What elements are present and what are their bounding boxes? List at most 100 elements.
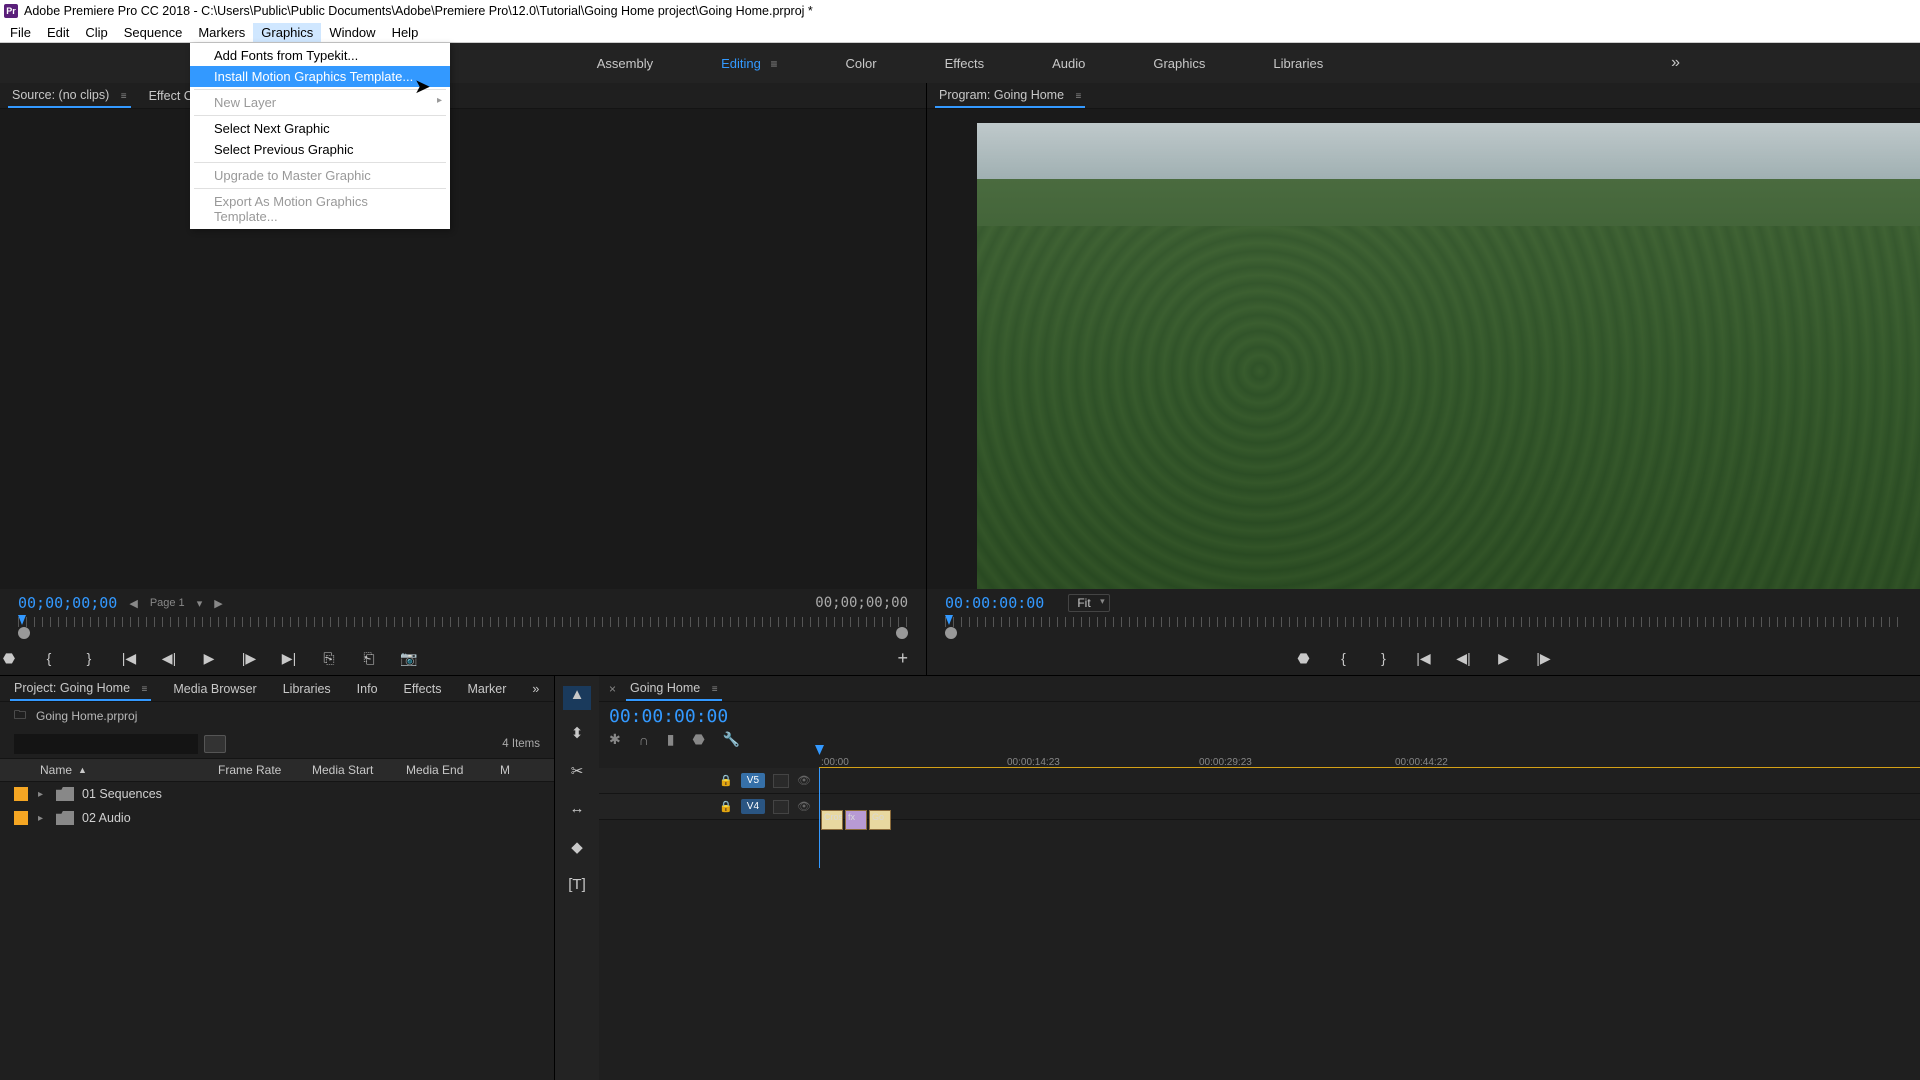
source-monitor[interactable] [0,109,926,589]
menu-sequence[interactable]: Sequence [116,23,191,42]
project-row[interactable]: ▸ 01 Sequences [0,782,554,806]
tabs-overflow-icon[interactable]: » [528,678,543,700]
tab-info[interactable]: Info [353,678,382,700]
track-output-toggle[interactable] [773,774,789,788]
expand-icon[interactable]: ▸ [38,789,52,800]
column-media-start[interactable]: Media Start [312,763,406,777]
zoom-fit-dropdown[interactable]: Fit [1068,594,1109,612]
workspace-color[interactable]: Color [836,50,887,77]
scrub-handle-end-icon[interactable] [896,627,908,639]
scrub-handle-icon[interactable] [18,627,30,639]
workspace-assembly[interactable]: Assembly [587,50,663,77]
step-back-icon[interactable]: ◀| [160,650,178,667]
timeline-timecode[interactable]: 00:00:00:00 [609,706,740,727]
menu-upgrade-master[interactable]: Upgrade to Master Graphic [190,165,450,186]
hamburger-icon[interactable]: ≡ [1076,91,1082,102]
column-m[interactable]: M [500,763,540,777]
step-back-icon[interactable]: ◀| [1455,650,1473,667]
menu-export-mogrt[interactable]: Export As Motion Graphics Template... [190,191,450,227]
program-scrub-bar[interactable] [927,617,1920,641]
eye-icon[interactable]: 👁 [797,800,811,813]
tab-media-browser[interactable]: Media Browser [169,678,260,700]
settings-icon[interactable]: 🔧 [723,731,740,748]
tab-libraries[interactable]: Libraries [279,678,335,700]
expand-icon[interactable]: ▸ [38,813,52,824]
timeline-playhead-icon[interactable] [815,745,824,755]
page-dropdown-icon[interactable]: ▾ [197,597,203,610]
menu-select-next-graphic[interactable]: Select Next Graphic [190,118,450,139]
goto-in-icon[interactable]: |◀ [1415,650,1433,667]
marker-icon[interactable]: ⬣ [693,731,705,748]
tab-effects[interactable]: Effects [400,678,446,700]
add-marker-icon[interactable]: ⬣ [1295,650,1313,667]
button-editor-icon[interactable]: + [897,648,908,669]
menu-markers[interactable]: Markers [190,23,253,42]
hamburger-icon[interactable]: ≡ [712,684,718,695]
overwrite-icon[interactable]: ⎗ [360,650,378,667]
menu-graphics[interactable]: Graphics [253,23,321,42]
menu-new-layer[interactable]: New Layer ▸ [190,92,450,113]
column-name[interactable]: Name ▲ [40,763,218,777]
goto-out-icon[interactable]: ▶| [280,650,298,667]
track-label[interactable]: V5 [741,773,765,788]
workspace-editing[interactable]: Editing ≡ [711,50,787,77]
program-monitor[interactable] [927,109,1920,589]
page-prev-icon[interactable]: ◀ [129,597,137,610]
source-scrub-bar[interactable] [0,617,926,641]
track-output-toggle[interactable] [773,800,789,814]
step-forward-icon[interactable]: |▶ [240,650,258,667]
new-bin-icon[interactable] [204,735,226,753]
column-frame-rate[interactable]: Frame Rate [218,763,312,777]
timeline-ruler[interactable]: :00:00 00:00:14:23 00:00:29:23 00:00:44:… [599,748,1920,768]
tool-selection-icon[interactable]: ▲ [563,686,591,710]
program-timecode-current[interactable]: 00:00:00:00 [945,594,1044,612]
workspace-graphics[interactable]: Graphics [1143,50,1215,77]
add-marker-icon[interactable]: ⬣ [0,650,18,667]
tab-program[interactable]: Program: Going Home ≡ [935,84,1085,108]
snap-icon[interactable]: ✱ [609,731,621,748]
close-sequence-icon[interactable]: × [609,682,616,696]
hamburger-icon[interactable]: ≡ [142,684,148,695]
tab-project[interactable]: Project: Going Home ≡ [10,677,151,701]
menu-select-prev-graphic[interactable]: Select Previous Graphic [190,139,450,160]
eye-icon[interactable]: 👁 [797,774,811,787]
mark-in-icon[interactable]: { [1335,650,1353,666]
tool-razor-icon[interactable]: ↔ [563,800,591,824]
lock-icon[interactable]: 🔒 [719,800,733,813]
menu-add-fonts[interactable]: Add Fonts from Typekit... [190,45,450,66]
project-row[interactable]: ▸ 02 Audio [0,806,554,830]
tab-source[interactable]: Source: (no clips) ≡ [8,84,131,108]
page-label[interactable]: Page 1 [150,597,185,609]
timeline-clip[interactable]: fx [845,810,867,830]
menu-file[interactable]: File [2,23,39,42]
timeline-clip[interactable]: Cros [821,810,843,830]
column-media-end[interactable]: Media End [406,763,500,777]
tab-sequence[interactable]: Going Home ≡ [626,677,722,701]
tool-slip-icon[interactable]: ◆ [563,838,591,862]
menu-window[interactable]: Window [321,23,383,42]
menu-install-mogrt[interactable]: Install Motion Graphics Template... [190,66,450,87]
project-search-input[interactable] [14,734,198,754]
mark-in-icon[interactable]: { [40,650,58,666]
linked-selection-icon[interactable]: ∩ [639,732,649,748]
scrub-handle-icon[interactable] [945,627,957,639]
tool-type-icon[interactable]: [T] [563,876,591,900]
mark-out-icon[interactable]: } [80,650,98,666]
menu-help[interactable]: Help [384,23,427,42]
hamburger-icon[interactable]: ≡ [770,57,777,71]
menu-clip[interactable]: Clip [77,23,115,42]
timeline-clip[interactable]: Go [869,810,891,830]
lock-icon[interactable]: 🔒 [719,774,733,787]
workspace-libraries[interactable]: Libraries [1263,50,1333,77]
page-next-icon[interactable]: ▶ [214,597,222,610]
track-label[interactable]: V4 [741,799,765,814]
play-icon[interactable]: ▶ [1495,650,1513,667]
hamburger-icon[interactable]: ≡ [121,91,127,102]
tool-ripple-edit-icon[interactable]: ✂ [563,762,591,786]
mark-out-icon[interactable]: } [1375,650,1393,666]
add-marker-icon[interactable]: ▮ [667,731,675,748]
play-icon[interactable]: ▶ [200,650,218,667]
workspace-audio[interactable]: Audio [1042,50,1095,77]
insert-icon[interactable]: ⎘ [320,650,338,667]
workspace-overflow-icon[interactable]: » [1671,54,1680,72]
